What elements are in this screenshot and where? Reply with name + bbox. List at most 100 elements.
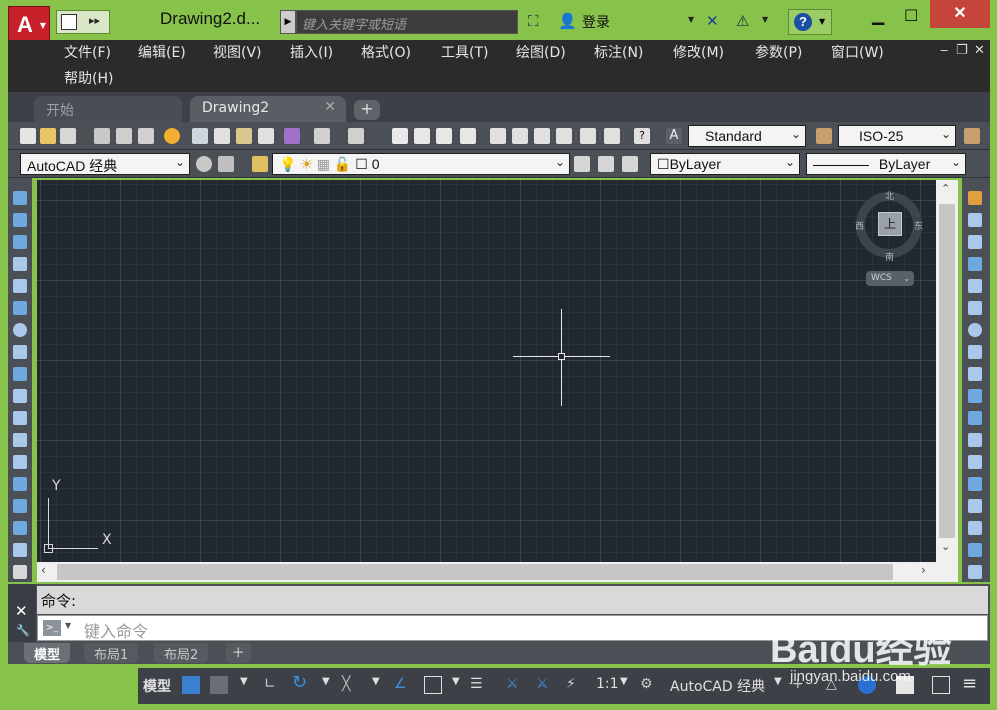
auto-scale-icon[interactable]: ⚔ [536,676,549,692]
gradient-icon[interactable] [13,521,27,535]
lineweight-icon[interactable]: ☰ [470,676,483,692]
autodesk-360-icon[interactable]: ⚠ [736,12,749,30]
publish-icon[interactable] [138,128,154,144]
chevron-left-icon[interactable]: ‹ [41,563,46,577]
rectangle-icon[interactable] [13,279,27,293]
add-layout-button[interactable]: + [226,643,251,663]
zoom-previous-icon[interactable] [460,128,476,144]
new-icon[interactable] [20,128,36,144]
search-expand-button[interactable]: ▶ [280,10,296,34]
make-block-icon[interactable] [13,455,27,469]
close-icon[interactable]: ✕ [324,99,336,115]
chevron-down-icon[interactable]: ▼ [688,15,694,24]
arc-icon[interactable] [13,301,27,315]
workspace-switch[interactable]: AutoCAD 经典 [670,676,765,696]
ellipse-arc-icon[interactable] [13,411,27,425]
make-current-layer-icon[interactable] [574,156,590,172]
move-icon[interactable] [968,301,982,315]
chevron-up-icon[interactable]: ⌃ [941,182,950,195]
search-input[interactable]: 键入关键字或短语 [296,10,518,34]
menu-help[interactable]: 帮助(H) [64,68,113,88]
menu-window[interactable]: 窗口(W) [831,42,884,62]
model-space-toggle[interactable]: 模型 [143,676,171,696]
text-style-dropdown[interactable]: Standard ⌄ [688,125,806,147]
tab-model[interactable]: 模型 [24,643,71,663]
print-preview-icon[interactable] [116,128,132,144]
scrollbar-thumb[interactable] [57,564,893,580]
object-snap-icon[interactable] [424,676,442,694]
gear-icon[interactable] [196,156,212,172]
menu-draw[interactable]: 绘图(D) [516,42,566,62]
customize-icon[interactable]: 🔧 [16,624,30,637]
fillet-icon[interactable] [968,521,982,535]
ellipse-icon[interactable] [13,389,27,403]
chevron-down-icon[interactable]: ▼ [762,15,768,24]
tab-layout2[interactable]: 布局2 [154,643,209,663]
blend-curves-icon[interactable] [968,543,982,557]
help-button[interactable]: ? ▼ [788,9,832,35]
circle-icon[interactable] [13,323,27,337]
design-center-icon[interactable] [512,128,528,144]
workspace-dropdown[interactable]: AutoCAD 经典 ⌄ [20,153,190,175]
tool-palettes-icon[interactable] [534,128,550,144]
break-icon[interactable] [968,455,982,469]
spline-icon[interactable] [13,367,27,381]
compass-west[interactable]: 西 [855,219,864,232]
tab-layout1[interactable]: 布局1 [84,643,139,663]
grid-icon[interactable] [182,676,200,694]
chamfer-icon[interactable] [968,499,982,513]
gear-icon[interactable]: ⚙ [640,676,653,692]
new-document-icon[interactable] [61,14,77,30]
polyline-icon[interactable] [13,235,27,249]
snap-icon[interactable] [210,676,228,694]
join-icon[interactable] [968,477,982,491]
more-icon[interactable]: ▸▸ [89,14,100,27]
copy-object-icon[interactable] [968,213,982,227]
paste-icon[interactable] [236,128,252,144]
workspace-settings-icon[interactable] [218,156,234,172]
hatch-icon[interactable] [13,499,27,513]
save-icon[interactable] [60,128,76,144]
erase-icon[interactable] [968,191,982,205]
rotate-icon[interactable] [968,323,982,337]
chevron-down-icon[interactable]: ▼ [620,676,628,687]
annotation-scale-value[interactable]: 1:1 [596,676,619,692]
help-icon[interactable]: ? [634,128,650,144]
zoom-realtime-icon[interactable] [414,128,430,144]
chevron-down-icon[interactable]: ⌄ [941,540,950,553]
layer-dropdown[interactable]: 💡 ☀ ▦ 🔓 ☐ 0 ⌄ [272,153,570,175]
menu-tools[interactable]: 工具(T) [441,42,488,62]
compass-north[interactable]: 北 [885,189,894,202]
color-dropdown[interactable]: ☐ByLayer ⌄ [650,153,800,175]
markup-icon[interactable] [580,128,596,144]
isometric-icon[interactable]: ╳ [342,676,350,692]
copy-with-basepoint-icon[interactable] [258,128,274,144]
line-icon[interactable] [13,191,27,205]
stretch-icon[interactable] [968,367,982,381]
menu-file[interactable]: 文件(F) [64,42,111,62]
zoom-window-icon[interactable] [436,128,452,144]
menu-view[interactable]: 视图(V) [213,42,262,62]
drawing-canvas[interactable] [37,180,936,562]
viewcube-top-face[interactable]: 上 [878,212,902,236]
annotation-visibility-icon[interactable]: ⚔ [506,676,519,692]
login-button[interactable]: 登录 [582,12,610,32]
layer-properties-icon[interactable] [252,156,268,172]
region-icon[interactable] [13,543,27,557]
doc-restore-icon[interactable]: ❐ [956,43,968,58]
chevron-right-icon[interactable]: › [921,563,926,577]
point-icon[interactable] [13,477,27,491]
chevron-down-icon[interactable]: ▼ [452,676,460,687]
scale-icon[interactable] [968,345,982,359]
command-prompt-icon[interactable]: >_ [43,620,61,636]
close-button[interactable]: ✕ [930,0,990,28]
construction-line-icon[interactable] [13,213,27,227]
command-line-handle[interactable]: ✕ 🔧 [8,584,36,642]
close-icon[interactable]: ✕ [15,602,28,620]
redo-icon[interactable] [348,128,364,144]
print-icon[interactable] [94,128,110,144]
menu-edit[interactable]: 编辑(E) [138,42,186,62]
compass-east[interactable]: 东 [914,219,923,232]
break-at-point-icon[interactable] [968,433,982,447]
object-snap-tracking-icon[interactable]: ∠ [394,676,407,692]
